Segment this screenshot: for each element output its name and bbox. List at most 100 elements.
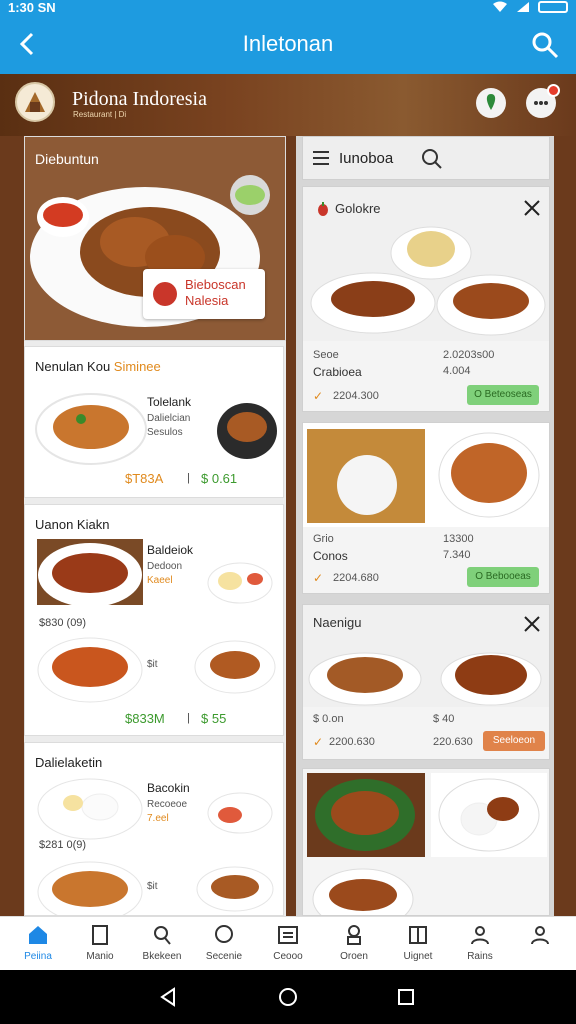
- dish-card-price: 2204.300: [333, 390, 379, 402]
- menu-section-3[interactable]: Dalielaketin Bacokin Recoeoe 7.eel $281 …: [24, 742, 284, 916]
- nav-label: Secenie: [205, 951, 243, 962]
- restaurant-logo[interactable]: [15, 82, 55, 122]
- featured-dish-card[interactable]: Diebuntun Bieboscan Nalesia: [24, 136, 286, 341]
- notification-button[interactable]: [526, 84, 560, 118]
- restaurant-name: Pidona Indoresia: [72, 88, 207, 110]
- dish-tag: $it: [147, 881, 158, 892]
- dish-card-subtitle: Crabioea: [313, 365, 362, 379]
- nav-item-profile[interactable]: [510, 923, 570, 969]
- nav-item-home[interactable]: Peiina: [8, 923, 68, 969]
- menu-left-column: Diebuntun Bieboscan Nalesia Nenulan Kou …: [24, 136, 286, 916]
- nav-item-search[interactable]: Bkekeen: [132, 923, 192, 969]
- dish-card-num1: 13300: [443, 533, 474, 545]
- status-icons: [492, 1, 568, 13]
- dish-card-tag-button[interactable]: O Beteoseas: [467, 385, 539, 405]
- nav-item-person[interactable]: Rains: [450, 923, 510, 969]
- system-back-icon[interactable]: [158, 987, 178, 1007]
- dish-card-code: $ 0.on: [313, 713, 344, 725]
- person-icon: [471, 926, 489, 945]
- dish-card-num1: 2.0203s00: [443, 349, 495, 361]
- dish-card-price-2: 220.630: [433, 736, 473, 748]
- featured-label: Diebuntun: [35, 151, 99, 167]
- dish-price-b: $ 0.61: [201, 471, 238, 486]
- category-header: Iunoboa: [302, 136, 550, 180]
- dish-card-name: Golokre: [335, 201, 381, 216]
- search-icon[interactable]: [421, 148, 443, 170]
- dish-card-code: Seoe: [313, 349, 339, 361]
- menu-section-2[interactable]: Uanon Kiakn Baldeiok Dedoon Kaeel $830 (…: [24, 504, 284, 736]
- system-navigation-bar: [0, 970, 576, 1024]
- nav-label: Bkekeen: [142, 951, 182, 962]
- chevron-icon: ✓: [313, 571, 324, 585]
- profile-icon: [531, 926, 549, 945]
- hamburger-menu-icon[interactable]: [313, 151, 329, 165]
- nav-item-book[interactable]: Uignet: [388, 923, 448, 969]
- location-button[interactable]: [476, 88, 506, 118]
- dish-desc-2: 7.eel: [147, 813, 169, 824]
- document-icon: [92, 925, 108, 945]
- search-icon: [154, 926, 171, 945]
- book-icon: [409, 926, 427, 944]
- section-title: Nenulan Kou Siminee: [35, 359, 161, 374]
- notification-badge: [547, 84, 560, 97]
- dish-card-name: Naenigu: [313, 615, 362, 630]
- dish-card-num1: $ 40: [433, 713, 455, 725]
- dish-desc-2: Sesulos: [147, 427, 183, 438]
- dish-card-tag-button[interactable]: Seeloeon: [483, 731, 545, 751]
- dish-price-row: $281 0(9): [39, 839, 87, 851]
- badge-logo: [153, 282, 177, 306]
- section-title: Dalielaketin: [35, 755, 103, 770]
- app-bar: Inletonan: [0, 16, 576, 74]
- dish-price-row: $830 (09): [39, 617, 87, 629]
- dish-card-4[interactable]: [302, 768, 550, 916]
- dish-name: Baldeiok: [147, 543, 194, 557]
- home-icon: [29, 926, 47, 944]
- nav-item-menu[interactable]: Manio: [70, 923, 130, 969]
- dish-desc-1: Dalielcian: [147, 413, 191, 424]
- dish-price-a: $833M: [125, 711, 165, 726]
- system-home-icon[interactable]: [278, 987, 298, 1007]
- dish-card-tag-button[interactable]: O Bebooeas: [467, 567, 539, 587]
- dish-card-num2: 4.004: [443, 365, 471, 377]
- chat-icon: [215, 925, 233, 943]
- dish-card-1[interactable]: Golokre Seoe Crabioea 2.0203s00 4.004 ✓ …: [302, 186, 550, 412]
- dish-desc-1: Recoeoe: [147, 799, 188, 810]
- restaurant-header: Pidona Indoresia Restaurant | Di: [0, 74, 576, 136]
- signal-icon: [517, 2, 529, 12]
- system-recents-icon[interactable]: [396, 987, 416, 1007]
- nav-label: Rains: [467, 951, 493, 962]
- section-title: Uanon Kiakn: [35, 517, 110, 532]
- nav-item-list[interactable]: Ceooo: [258, 923, 318, 969]
- dish-desc-1: Dedoon: [147, 561, 183, 572]
- price-separator: |: [187, 472, 190, 484]
- restaurant-subtitle: Restaurant | Di: [73, 110, 127, 119]
- nav-item-chef[interactable]: Oroen: [324, 923, 384, 969]
- search-icon[interactable]: [530, 30, 560, 60]
- list-icon: [278, 926, 298, 944]
- chili-icon: [318, 202, 328, 216]
- chevron-icon: ✓: [313, 389, 324, 403]
- dish-card-code: Grio: [313, 533, 334, 545]
- dish-card-image: [303, 423, 549, 527]
- battery-icon: [538, 1, 568, 13]
- dish-tag: $it: [147, 659, 158, 670]
- close-icon[interactable]: [523, 199, 541, 217]
- dish-card-num2: 7.340: [443, 549, 471, 561]
- featured-badge[interactable]: Bieboscan Nalesia: [143, 269, 265, 319]
- status-time: 1:30 SN: [8, 0, 56, 15]
- nav-label: Manio: [86, 951, 114, 962]
- nav-item-chat[interactable]: Secenie: [194, 923, 254, 969]
- dish-card-2[interactable]: Grio Conos 13300 7.340 ✓ 2204.680 O Bebo…: [302, 422, 550, 594]
- bottom-navigation: Peiina Manio Bkekeen Secenie Ceooo Oroen…: [0, 916, 576, 970]
- dish-card-subtitle: Conos: [313, 549, 348, 563]
- menu-section-1[interactable]: Nenulan Kou Siminee Tolelank Dalielcian …: [24, 346, 284, 498]
- dish-card-image: [307, 773, 547, 915]
- dish-price-a: $T83A: [125, 471, 164, 486]
- close-icon[interactable]: [523, 615, 541, 633]
- chevron-icon: ✓: [313, 735, 324, 749]
- status-bar: 1:30 SN: [0, 0, 576, 16]
- dish-card-3[interactable]: Naenigu $ 0.on $ 40 ✓ 2200.630 220.630 S…: [302, 604, 550, 760]
- nav-label: Peiina: [24, 951, 52, 962]
- dish-card-price: 2204.680: [333, 572, 379, 584]
- app-title: Inletonan: [242, 31, 334, 56]
